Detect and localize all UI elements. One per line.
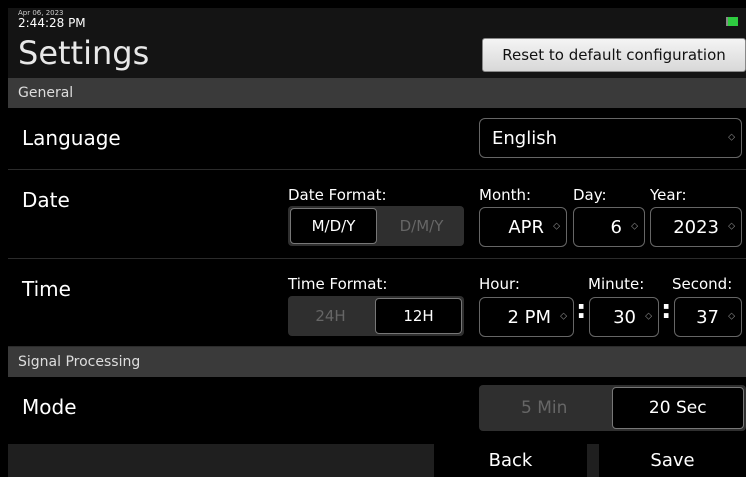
second-select[interactable]: 37 ◇	[674, 297, 742, 337]
spinner-icon: ◇	[645, 311, 652, 322]
back-button[interactable]: Back	[434, 444, 587, 477]
month-label: Month:	[479, 186, 532, 204]
spinner-icon: ◇	[728, 311, 735, 322]
spinner-icon: ◇	[553, 221, 560, 232]
title-bar: Settings Reset to default configuration	[8, 32, 746, 78]
battery-icon	[726, 17, 738, 26]
month-value: APR	[508, 216, 544, 238]
year-label: Year:	[650, 186, 687, 204]
second-label: Second:	[672, 275, 733, 293]
status-time: 2:44:28 PM	[18, 16, 86, 30]
save-button[interactable]: Save	[599, 444, 746, 477]
language-select[interactable]: English ◇	[479, 118, 742, 158]
date-label: Date	[22, 188, 70, 212]
hour-select[interactable]: 2 PM ◇	[479, 297, 574, 337]
time-format-toggle: 24H 12H	[288, 296, 464, 336]
spinner-icon: ◇	[631, 221, 638, 232]
reset-default-button[interactable]: Reset to default configuration	[482, 38, 746, 72]
section-signal-processing: Signal Processing	[8, 347, 746, 377]
day-value: 6	[610, 216, 622, 238]
section-general: General	[8, 78, 746, 108]
time-row: Time Time Format: 24H 12H Hour: 2 PM ◇ :…	[8, 259, 746, 347]
language-label: Language	[22, 126, 121, 150]
hour-value: 2 PM	[507, 306, 551, 328]
page-title: Settings	[18, 34, 150, 72]
mode-label: Mode	[22, 395, 77, 419]
time-format-12h[interactable]: 12H	[375, 298, 462, 334]
mode-20sec[interactable]: 20 Sec	[611, 387, 744, 429]
time-format-24h[interactable]: 24H	[288, 296, 373, 336]
settings-screen: Apr 06, 2023 2:44:28 PM Settings Reset t…	[8, 8, 746, 477]
spinner-icon: ◇	[560, 311, 567, 322]
spinner-icon: ◇	[728, 221, 735, 232]
time-label: Time	[22, 277, 71, 301]
month-select[interactable]: APR ◇	[479, 207, 567, 247]
status-bar: Apr 06, 2023 2:44:28 PM	[8, 8, 746, 32]
mode-5min[interactable]: 5 Min	[479, 385, 610, 431]
time-separator: :	[576, 295, 587, 325]
second-value: 37	[696, 306, 719, 328]
time-format-label: Time Format:	[288, 275, 388, 293]
date-format-toggle: M/D/Y D/M/Y	[288, 206, 464, 246]
date-row: Date Date Format: M/D/Y D/M/Y Month: APR…	[8, 170, 746, 259]
date-format-dmy[interactable]: D/M/Y	[379, 206, 464, 246]
spinner-icon: ◇	[728, 132, 735, 143]
hour-label: Hour:	[479, 275, 520, 293]
year-select[interactable]: 2023 ◇	[650, 207, 742, 247]
language-row: Language English ◇	[8, 108, 746, 170]
time-separator: :	[661, 295, 672, 325]
date-format-mdy[interactable]: M/D/Y	[290, 208, 377, 244]
day-select[interactable]: 6 ◇	[573, 207, 645, 247]
minute-label: Minute:	[588, 275, 645, 293]
day-label: Day:	[573, 186, 607, 204]
year-value: 2023	[673, 216, 719, 238]
date-format-label: Date Format:	[288, 186, 387, 204]
mode-row: Mode 5 Min 20 Sec	[8, 377, 746, 439]
language-value: English	[492, 127, 557, 149]
bottom-bar: Back Save	[8, 444, 746, 477]
mode-toggle: 5 Min 20 Sec	[479, 385, 746, 431]
minute-select[interactable]: 30 ◇	[589, 297, 659, 337]
minute-value: 30	[613, 306, 636, 328]
